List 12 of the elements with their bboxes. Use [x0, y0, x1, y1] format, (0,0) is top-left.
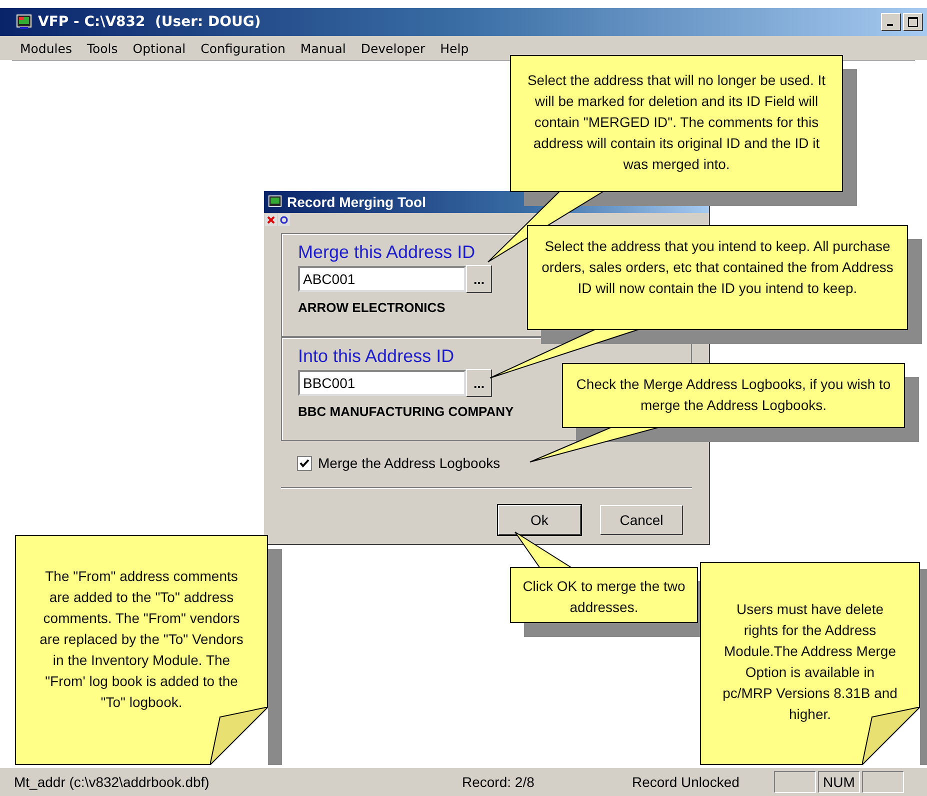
window-title: VFP - C:\V832 (User: DOUG)	[38, 14, 261, 30]
status-text: Record Unlocked	[632, 774, 740, 790]
status-text: NUM	[818, 771, 860, 793]
status-text: Record: 2/8	[462, 774, 536, 790]
group-label: Into this Address ID	[298, 346, 454, 367]
sticky-note: Users must have delete rights for the Address Module.The Address Merge Option is available in pc/MRP Versions 8.31B and higher.	[700, 562, 920, 765]
company-name: BBC MANUFACTURING COMPANY	[298, 404, 514, 419]
company-name: ARROW ELECTRONICS	[298, 300, 446, 315]
sticky-note: The "From" address comments are added to the "To" address comments. The "From" vendors are replaced by the "To" Vendors in the Inventory Module. The "From' log book is added to the "To" logbook.	[15, 535, 268, 765]
status-text: Mt_addr (c:\v832\addrbook.dbf)	[13, 774, 210, 790]
group-label: Merge this Address ID	[298, 242, 476, 263]
dialog-title: Record Merging Tool	[287, 194, 426, 210]
